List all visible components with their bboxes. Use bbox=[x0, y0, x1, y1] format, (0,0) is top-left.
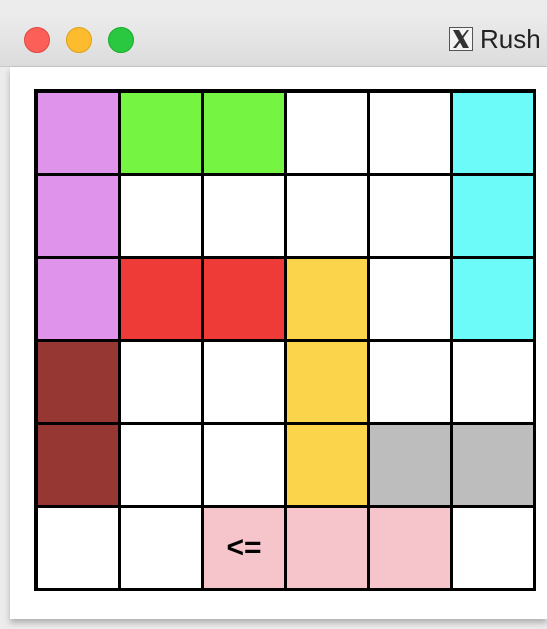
empty-cell[interactable] bbox=[121, 176, 201, 256]
empty-cell[interactable] bbox=[121, 342, 201, 422]
empty-cell[interactable] bbox=[453, 342, 533, 422]
empty-cell[interactable] bbox=[370, 176, 450, 256]
vehicle-cell-pink[interactable]: <= bbox=[204, 508, 284, 588]
vehicle-cell-pink[interactable] bbox=[287, 508, 367, 588]
vehicle-cell-yellow[interactable] bbox=[287, 425, 367, 505]
app-window: Rush <= bbox=[0, 0, 547, 629]
empty-cell[interactable] bbox=[38, 508, 118, 588]
vehicle-cell-green[interactable] bbox=[121, 93, 201, 173]
empty-cell[interactable] bbox=[204, 425, 284, 505]
vehicle-cell-cyan[interactable] bbox=[453, 259, 533, 339]
empty-cell[interactable] bbox=[370, 342, 450, 422]
minimize-button[interactable] bbox=[66, 27, 92, 53]
x11-icon bbox=[449, 27, 473, 51]
empty-cell[interactable] bbox=[121, 425, 201, 505]
vehicle-cell-purple[interactable] bbox=[38, 176, 118, 256]
vehicle-cell-yellow[interactable] bbox=[287, 342, 367, 422]
empty-cell[interactable] bbox=[204, 176, 284, 256]
vehicle-cell-red[interactable] bbox=[204, 259, 284, 339]
vehicle-cell-cyan[interactable] bbox=[453, 176, 533, 256]
vehicle-cell-gray[interactable] bbox=[453, 425, 533, 505]
vehicle-cell-purple[interactable] bbox=[38, 93, 118, 173]
close-button[interactable] bbox=[24, 27, 50, 53]
vehicle-cell-gray[interactable] bbox=[370, 425, 450, 505]
vehicle-cell-cyan[interactable] bbox=[453, 93, 533, 173]
empty-cell[interactable] bbox=[287, 176, 367, 256]
vehicle-cell-yellow[interactable] bbox=[287, 259, 367, 339]
empty-cell[interactable] bbox=[204, 342, 284, 422]
empty-cell[interactable] bbox=[121, 508, 201, 588]
empty-cell[interactable] bbox=[453, 508, 533, 588]
empty-cell[interactable] bbox=[370, 259, 450, 339]
vehicle-cell-green[interactable] bbox=[204, 93, 284, 173]
vehicle-cell-purple[interactable] bbox=[38, 259, 118, 339]
vehicle-cell-brown[interactable] bbox=[38, 425, 118, 505]
maximize-button[interactable] bbox=[108, 27, 134, 53]
title-bar[interactable]: Rush bbox=[0, 14, 547, 67]
empty-cell[interactable] bbox=[287, 93, 367, 173]
direction-label: <= bbox=[226, 531, 262, 564]
game-board[interactable]: <= bbox=[34, 89, 536, 591]
vehicle-cell-brown[interactable] bbox=[38, 342, 118, 422]
empty-cell[interactable] bbox=[370, 93, 450, 173]
vehicle-cell-pink[interactable] bbox=[370, 508, 450, 588]
window-title: Rush bbox=[480, 24, 541, 54]
vehicle-cell-red[interactable] bbox=[121, 259, 201, 339]
